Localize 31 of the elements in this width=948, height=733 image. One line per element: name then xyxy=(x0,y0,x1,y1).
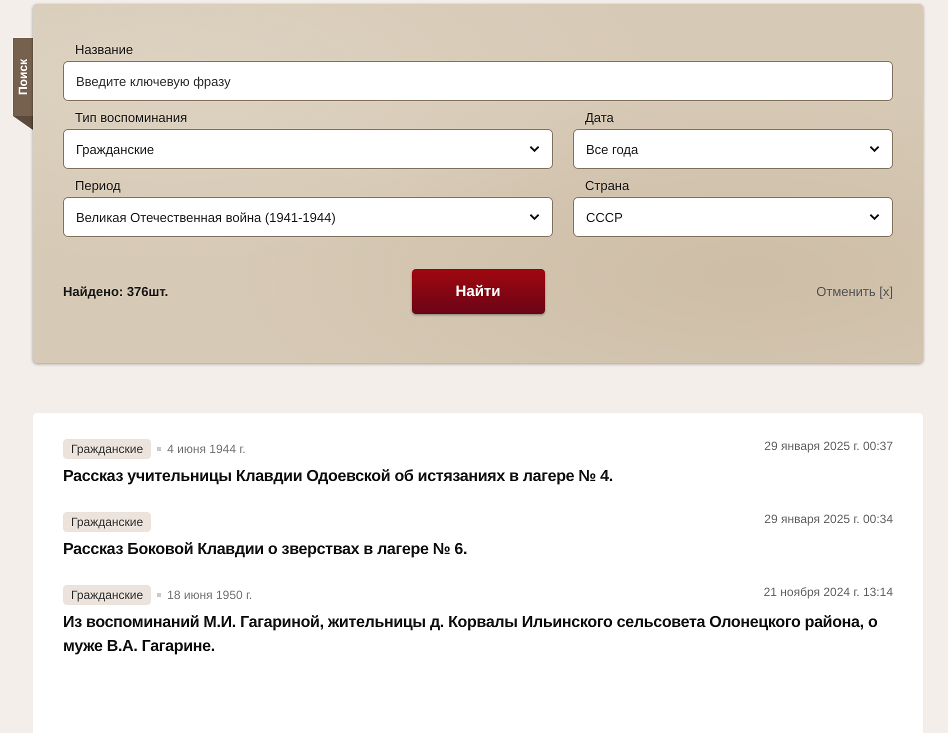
field-label: Страна xyxy=(584,178,630,193)
search-tab[interactable]: Поиск xyxy=(13,38,33,130)
dropdown[interactable]: Все года xyxy=(573,129,893,169)
post-date: 29 января 2025 г. 00:37 xyxy=(764,439,893,453)
bullet-icon xyxy=(157,447,162,451)
memoir-title-link[interactable]: Из воспоминаний М.И. Гагариной, жительницы д. Корвалы Ильинского сельсовета Олонецкого района, о муже В.А. Гагарине. xyxy=(63,611,893,659)
chevron-down-icon xyxy=(869,145,880,153)
category-tag[interactable]: Гражданские xyxy=(63,439,152,459)
field-label: Тип воспоминания xyxy=(74,110,188,125)
dropdown[interactable]: Великая Отечественная война (1941-1944) xyxy=(63,197,553,237)
post-date: 29 января 2025 г. 00:34 xyxy=(764,512,893,526)
post-date: 21 ноября 2024 г. 13:14 xyxy=(764,585,893,599)
field-label: Название xyxy=(74,42,134,57)
search-field[interactable]: Введите ключевую фразу xyxy=(63,61,893,101)
category-tag[interactable]: Гражданские xyxy=(63,585,152,605)
reset-link[interactable]: Отменить [x] xyxy=(693,284,893,299)
dropdown[interactable]: СССР xyxy=(573,197,893,237)
field-label: Дата xyxy=(584,110,615,125)
event-date: 18 июня 1950 г. xyxy=(167,588,252,602)
category-tag[interactable]: Гражданские xyxy=(63,512,152,532)
memoir-title-link[interactable]: Рассказ учительницы Клавдии Одоевской об истязаниях в лагере № 4. xyxy=(63,465,893,489)
dropdown[interactable]: Гражданские xyxy=(63,129,553,169)
chevron-down-icon xyxy=(869,213,880,221)
memoir-title-link[interactable]: Рассказ Боковой Клавдии о зверствах в лагере № 6. xyxy=(63,538,893,562)
chevron-down-icon xyxy=(529,145,540,153)
results-count: Найдено: 376шт. xyxy=(63,284,170,299)
bullet-icon xyxy=(157,593,162,597)
field-label: Период xyxy=(74,178,122,193)
chevron-down-icon xyxy=(529,213,540,221)
find-button[interactable]: Найти xyxy=(412,269,544,314)
event-date: 4 июня 1944 г. xyxy=(167,442,246,456)
